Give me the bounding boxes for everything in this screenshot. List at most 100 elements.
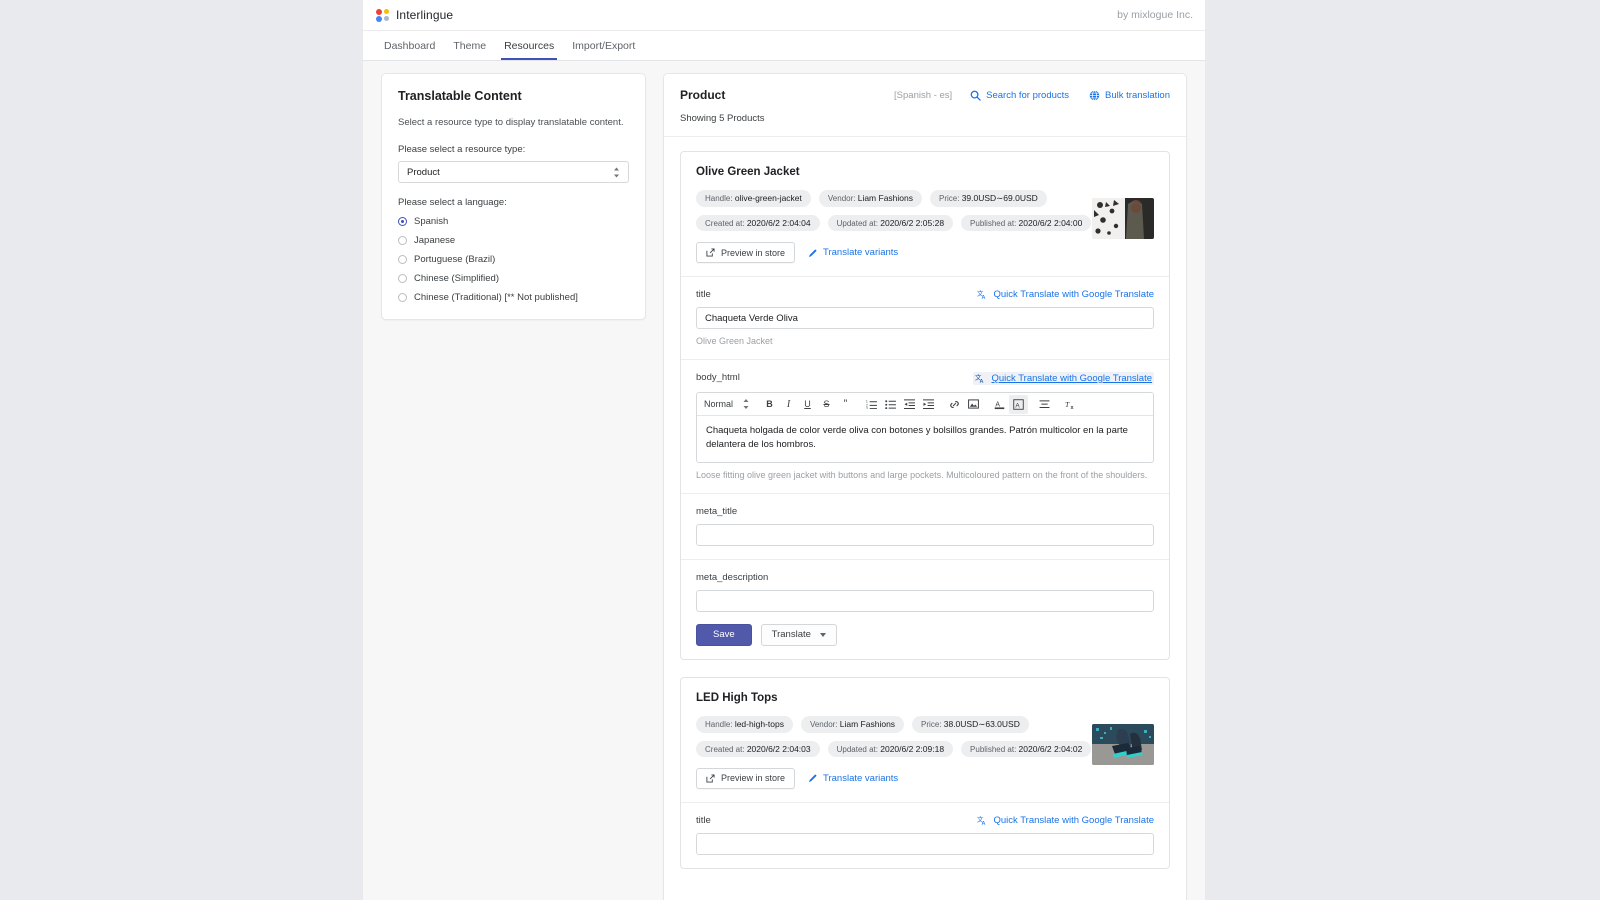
language-option-chinese-simplified[interactable]: Chinese (Simplified) [398, 273, 629, 284]
title-input[interactable] [696, 833, 1154, 855]
field-key-label: meta_title [696, 506, 737, 517]
chip-value: 2020/6/2 2:04:02 [1019, 744, 1083, 754]
indent-icon[interactable] [919, 395, 938, 414]
product-title: LED High Tops [696, 692, 1154, 704]
rich-text-editor: Normal B I U S ” [696, 392, 1154, 463]
ordered-list-icon[interactable]: 123 [862, 395, 881, 414]
chip-key: Price: [921, 720, 941, 729]
chip-value: olive-green-jacket [735, 193, 802, 203]
tab-resources[interactable]: Resources [495, 31, 563, 60]
link-icon[interactable] [945, 395, 964, 414]
chip-key: Created at: [705, 745, 745, 754]
translate-variants-link[interactable]: Translate variants [808, 247, 898, 258]
chip-value: 39.0USD∼69.0USD [962, 193, 1038, 203]
chip-key: Published at: [970, 219, 1016, 228]
bulk-translation-link[interactable]: Bulk translation [1089, 90, 1170, 101]
brand[interactable]: Interlingue [376, 8, 453, 22]
tab-dashboard[interactable]: Dashboard [375, 31, 444, 60]
preview-in-store-button[interactable]: Preview in store [696, 242, 795, 263]
radio-icon [398, 236, 407, 245]
translate-variants-label: Translate variants [823, 247, 898, 258]
field-key-label: title [696, 815, 711, 826]
quick-translate-link[interactable]: 文A Quick Translate with Google Translate [973, 372, 1154, 385]
chip-value: 2020/6/2 2:04:04 [747, 218, 811, 228]
image-icon[interactable] [964, 395, 983, 414]
preview-button-label: Preview in store [721, 248, 785, 258]
language-option-spanish[interactable]: Spanish [398, 216, 629, 227]
product-published-chip: Published at: 2020/6/2 2:04:02 [961, 741, 1091, 757]
translate-dropdown-button[interactable]: Translate [761, 624, 837, 646]
translate-variants-label: Translate variants [823, 773, 898, 784]
resource-type-value: Product [407, 167, 440, 178]
chip-key: Handle: [705, 720, 733, 729]
language-option-portuguese-brazil[interactable]: Portuguese (Brazil) [398, 254, 629, 265]
translatable-content-panel: Translatable Content Select a resource t… [381, 73, 646, 320]
field-key-label: body_html [696, 372, 740, 383]
background-color-icon[interactable]: A [1009, 395, 1028, 414]
tab-theme[interactable]: Theme [444, 31, 495, 60]
tab-import-export[interactable]: Import/Export [563, 31, 644, 60]
body-html-source-text: Loose fitting olive green jacket with bu… [696, 470, 1154, 480]
chevron-down-icon [820, 633, 826, 637]
body-html-editor-content[interactable]: Chaqueta holgada de color verde oliva co… [697, 416, 1153, 462]
radio-icon [398, 217, 407, 226]
tab-bar: Dashboard Theme Resources Import/Export [363, 31, 1205, 61]
strikethrough-icon[interactable]: S [817, 395, 836, 414]
text-color-icon[interactable]: A [990, 395, 1009, 414]
svg-text:A: A [1015, 402, 1020, 409]
product-published-chip: Published at: 2020/6/2 2:04:00 [961, 215, 1091, 231]
chip-value: 2020/6/2 2:04:00 [1019, 218, 1083, 228]
globe-icon [1089, 90, 1100, 101]
product-updated-chip: Updated at: 2020/6/2 2:05:28 [828, 215, 953, 231]
translate-icon: 文A [977, 815, 988, 826]
search-icon [970, 90, 981, 101]
language-option-chinese-traditional[interactable]: Chinese (Traditional) [** Not published] [398, 292, 629, 303]
bulk-link-label: Bulk translation [1105, 90, 1170, 101]
underline-icon[interactable]: U [798, 395, 817, 414]
field-key-label: title [696, 289, 711, 300]
bold-icon[interactable]: B [760, 395, 779, 414]
outdent-icon[interactable] [900, 395, 919, 414]
preview-in-store-button[interactable]: Preview in store [696, 768, 795, 789]
product-meta-row-2: Created at: 2020/6/2 2:04:03 Updated at:… [696, 741, 1154, 757]
svg-text:A: A [982, 295, 986, 300]
meta-title-input[interactable] [696, 524, 1154, 546]
save-button[interactable]: Save [696, 624, 752, 646]
language-label: Please select a language: [398, 197, 629, 208]
bullet-list-icon[interactable] [881, 395, 900, 414]
translate-variants-link[interactable]: Translate variants [808, 773, 898, 784]
quick-translate-link[interactable]: 文A Quick Translate with Google Translate [977, 289, 1154, 300]
clear-format-icon[interactable]: Tx [1061, 395, 1080, 414]
format-block-select[interactable]: Normal [704, 399, 749, 409]
chip-value: Liam Fashions [858, 193, 913, 203]
product-price-chip: Price: 38.0USD∼63.0USD [912, 716, 1029, 733]
product-title: Olive Green Jacket [696, 166, 1154, 178]
align-icon[interactable] [1035, 395, 1054, 414]
translate-icon: 文A [977, 289, 988, 300]
search-for-products-link[interactable]: Search for products [970, 90, 1069, 101]
language-option-japanese[interactable]: Japanese [398, 235, 629, 246]
chip-key: Price: [939, 194, 959, 203]
product-panel: Product [Spanish - es] Search for produc… [663, 73, 1187, 900]
product-card: Olive Green Jacket Handle: olive-green-j… [680, 151, 1170, 660]
product-handle-chip: Handle: olive-green-jacket [696, 190, 811, 207]
title-input[interactable]: Chaqueta Verde Oliva [696, 307, 1154, 329]
meta-description-input[interactable] [696, 590, 1154, 612]
preview-button-label: Preview in store [721, 773, 785, 783]
quick-translate-link[interactable]: 文A Quick Translate with Google Translate [977, 815, 1154, 826]
blockquote-icon[interactable]: ” [836, 395, 855, 414]
svg-text:A: A [980, 379, 984, 384]
page-title: Product [680, 88, 725, 102]
product-created-chip: Created at: 2020/6/2 2:04:03 [696, 741, 820, 757]
stepper-icon [743, 399, 749, 409]
editor-toolbar: Normal B I U S ” [697, 393, 1153, 416]
radio-icon [398, 255, 407, 264]
svg-text:3: 3 [866, 406, 868, 409]
field-title: title 文A Quick Translate with Google Tra… [681, 803, 1169, 868]
resource-type-select[interactable]: Product [398, 161, 629, 183]
italic-icon[interactable]: I [779, 395, 798, 414]
format-block-value: Normal [704, 399, 733, 409]
pencil-icon [808, 773, 818, 783]
chip-value: led-high-tops [735, 719, 784, 729]
product-card: LED High Tops Handle: led-high-tops Vend… [680, 677, 1170, 869]
